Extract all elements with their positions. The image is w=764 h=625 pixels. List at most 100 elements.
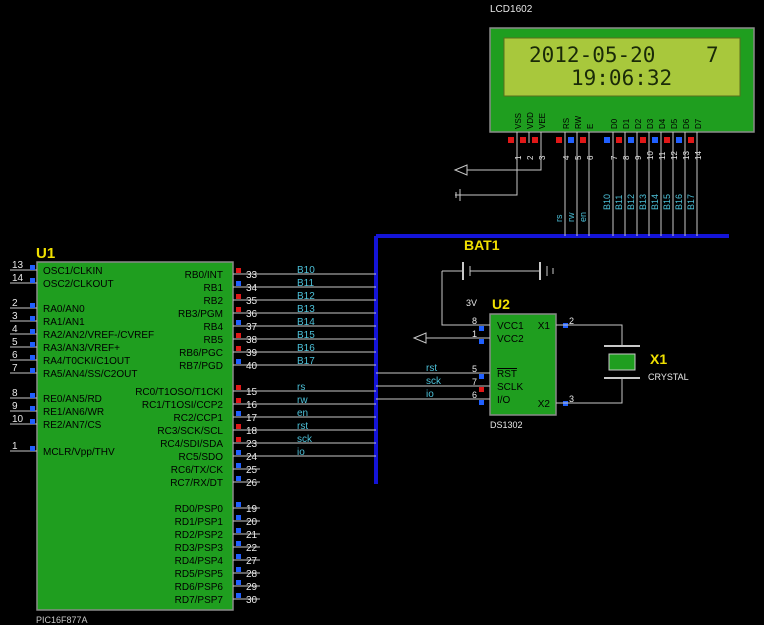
u1-pin-name: RC5/SDO <box>179 452 224 463</box>
u1-net-label: B16 <box>297 343 315 354</box>
u2-net-label: rst <box>426 363 437 374</box>
schematic-canvas: LCD1602 2012-05-20 7 19:06:32 VSS 1 VDD 2 VE… <box>10 4 755 625</box>
u1-pin-name: RD7/PSP7 <box>175 595 224 606</box>
lcd-module[interactable]: LCD1602 2012-05-20 7 19:06:32 VSS 1 VDD 2 VE… <box>489 4 755 160</box>
u1-pin-state-marker <box>30 419 35 424</box>
u1-pin-name: RD0/PSP0 <box>175 504 224 515</box>
u2-net-label: sck <box>426 376 442 387</box>
u1-pin-number: 18 <box>246 426 258 437</box>
lcd-pin-state-marker <box>508 137 514 143</box>
u2-pin-name: RST <box>497 369 517 380</box>
u1-microcontroller[interactable]: U1 13OSC1/CLKIN14OSC2/CLKOUT2RA0/AN03RA1… <box>10 245 376 625</box>
lcd-pin-name: E <box>586 124 595 129</box>
lcd-power-wiring <box>453 143 542 201</box>
u1-pin-state-marker <box>236 450 241 455</box>
u1-pin-name: RA3/AN3/VREF+ <box>43 343 120 354</box>
u1-pin-number: 7 <box>12 363 18 374</box>
u1-pin-number: 8 <box>12 388 18 399</box>
lcd-net-label: B11 <box>614 195 624 210</box>
lcd-ref-label: LCD1602 <box>490 4 533 15</box>
u1-pin-name: RC2/CCP1 <box>174 413 224 424</box>
lcd-net-label: B12 <box>626 194 636 210</box>
u1-pin-number: 36 <box>246 309 258 320</box>
lcd-pin-state-marker <box>604 137 610 143</box>
u1-pin-name: RB0/INT <box>185 270 223 281</box>
x1-value-label: CRYSTAL <box>648 372 689 382</box>
lcd-pin-name: D6 <box>682 118 691 129</box>
u2-pin-state-marker <box>479 374 484 379</box>
u1-pin-state-marker <box>30 406 35 411</box>
lcd-pin-name: D5 <box>670 118 679 129</box>
u1-pin-number: 39 <box>246 348 258 359</box>
lcd-net-label: B14 <box>650 194 660 210</box>
lcd-pin-state-marker <box>532 137 538 143</box>
lcd-pin-name: D0 <box>610 118 619 129</box>
u1-pin-state-marker <box>30 342 35 347</box>
u1-pin-state-marker <box>236 463 241 468</box>
u1-pin-state-marker <box>30 446 35 451</box>
u1-pin-name: RD3/PSP3 <box>175 543 224 554</box>
lcd-net-label: en <box>578 212 588 222</box>
u1-pin-state-marker <box>236 268 241 273</box>
u1-pin-name: RA5/AN4/SS/C2OUT <box>43 369 137 380</box>
u2-pin-number: 5 <box>472 364 477 374</box>
u1-pin-state-marker <box>236 554 241 559</box>
u1-pin-name: RA4/T0CKI/C1OUT <box>43 356 130 367</box>
u1-pin-state-marker <box>236 359 241 364</box>
u1-net-label: sck <box>297 434 313 445</box>
x1-crystal[interactable] <box>556 324 640 404</box>
u2-bus-wires: rst sck io <box>376 363 470 400</box>
lcd-pin-state-marker <box>664 137 670 143</box>
lcd-pin-state-marker <box>568 137 574 143</box>
u1-pin-name: OSC1/CLKIN <box>43 266 102 277</box>
u1-net-label: rw <box>297 395 308 406</box>
u1-pin-name: RA0/AN0 <box>43 304 85 315</box>
lcd-pin-number: 5 <box>574 155 583 160</box>
lcd-pin-number: 13 <box>682 151 691 160</box>
u1-pin-name: RD4/PSP4 <box>175 556 224 567</box>
lcd-pin-number: 2 <box>526 155 535 160</box>
lcd-pin-name: D2 <box>634 118 643 129</box>
u1-pin-number: 6 <box>12 350 18 361</box>
u1-pin-name: RB6/PGC <box>179 348 223 359</box>
u1-net-label: B12 <box>297 291 315 302</box>
u2-vcc2-ground <box>412 332 490 344</box>
u1-pin-number: 34 <box>246 283 258 294</box>
u2-pin-name: VCC2 <box>497 334 524 345</box>
u1-pin-state-marker <box>30 329 35 334</box>
u1-pin-number: 25 <box>246 465 258 476</box>
u1-pin-state-marker <box>30 355 35 360</box>
lcd-net-label: rs <box>554 214 564 222</box>
u2-pin-state-marker <box>479 339 484 344</box>
lcd-pin-number: 3 <box>538 155 547 160</box>
lcd-pin-name: VEE <box>538 113 547 129</box>
u2-rtc-chip[interactable]: U2 8 VCC11 VCC25 RST7 SCLK6 I/O X1 2X2 3 DS1302 <box>470 296 574 430</box>
lcd-pin-name: D7 <box>694 118 703 129</box>
u1-pin-name: RB7/PGD <box>179 361 223 372</box>
lcd-pin-name: D1 <box>622 118 631 129</box>
u1-pin-number: 30 <box>246 595 258 606</box>
u1-pin-state-marker <box>236 385 241 390</box>
lcd-pin-state-marker <box>616 137 622 143</box>
u1-pin-state-marker <box>236 398 241 403</box>
u1-pin-number: 5 <box>12 337 18 348</box>
u1-pin-state-marker <box>30 316 35 321</box>
u1-pin-name: RB4 <box>204 322 224 333</box>
u2-pin-name: I/O <box>497 395 511 406</box>
lcd-pin-state-marker <box>676 137 682 143</box>
u2-pin-number: 6 <box>472 390 477 400</box>
u2-pin-name: SCLK <box>497 382 523 393</box>
u1-pin-state-marker <box>236 502 241 507</box>
lcd-pin-number: 14 <box>694 151 703 160</box>
u1-pin-state-marker <box>236 424 241 429</box>
u1-pin-name: RA1/AN1 <box>43 317 85 328</box>
u1-pin-state-marker <box>30 265 35 270</box>
u1-pin-state-marker <box>236 437 241 442</box>
lcd-pin-name: RS <box>562 118 571 129</box>
u1-net-label: B11 <box>297 278 314 289</box>
u1-pin-number: 28 <box>246 569 258 580</box>
u1-part-label: PIC16F877A <box>36 615 88 625</box>
u1-pin-state-marker <box>236 541 241 546</box>
lcd-pin-number: 8 <box>622 155 631 160</box>
u2-pin-name: X2 <box>538 399 551 410</box>
